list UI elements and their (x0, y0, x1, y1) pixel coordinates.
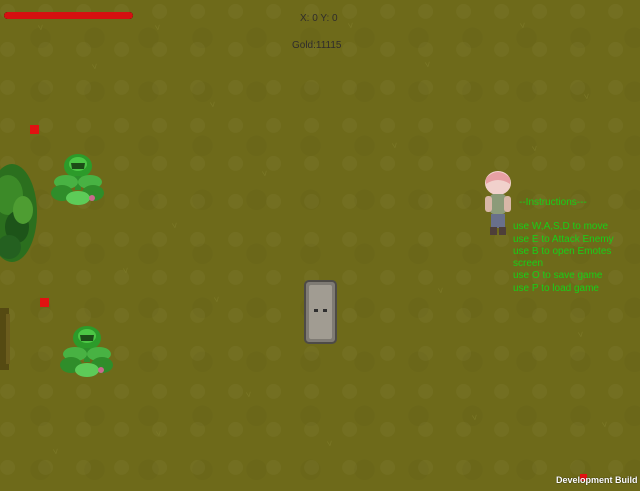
coordinates-readout: X: 0 Y: 0 (300, 13, 338, 24)
tree-trunk-icon (0, 308, 12, 370)
grass-tuft: ˅ (213, 294, 221, 307)
instructions-panel: --Instructions--- use W,A,S,D to move us… (513, 197, 637, 295)
grass-tuft: ˅ (577, 329, 585, 342)
development-build-label: Development Build (556, 475, 638, 485)
instruction-line-save: use O to save game (513, 270, 603, 282)
grass-tuft: ˅ (122, 265, 130, 278)
grass-tuft: ˅ (37, 22, 45, 35)
red-square-marker (40, 298, 49, 307)
grass-tuft: ˅ (209, 99, 217, 112)
instruction-line-emotes: use B to open Emotes screen (513, 245, 612, 270)
game-scene[interactable]: ˅ ˅ ˅ ˅ ˅ ˅ ˅ ˅ ˅ ˅ ˅ ˅ ˅ ˅ ˅ ˅ ˅ ˅ ˅ ˅ … (0, 0, 640, 491)
grass-tuft: ˅ (519, 20, 527, 33)
grass-tuft: ˅ (424, 59, 432, 72)
red-square-marker (30, 125, 39, 134)
grass-tuft: ˅ (154, 22, 162, 35)
health-bar (4, 12, 133, 19)
instruction-line-attack: use E to Attack Enemy (513, 233, 614, 245)
grass-tuft: ˅ (261, 168, 269, 181)
instructions-title: --Instructions--- (519, 197, 587, 208)
grass-tuft: ˅ (391, 140, 399, 153)
grass-tuft: ˅ (326, 438, 334, 451)
stone-pillar-icon (304, 280, 337, 344)
gold-counter: Gold:11115 (292, 40, 342, 51)
instruction-line-load: use P to load game (513, 282, 599, 294)
grass-tuft: ˅ (91, 61, 99, 74)
grass-tuft: ˅ (347, 20, 355, 33)
instruction-line-move: use W,A,S,D to move (513, 221, 609, 233)
plant-enemy-icon[interactable] (48, 148, 110, 210)
grass-tuft: ˅ (471, 412, 479, 425)
grass-tuft: ˅ (155, 428, 163, 441)
grass-tuft: ˅ (245, 389, 253, 402)
grass-tuft: ˅ (52, 446, 60, 459)
grass-tuft: ˅ (171, 220, 179, 233)
grass-tuft: ˅ (437, 285, 445, 298)
health-bar-fill (4, 12, 133, 19)
grass-tuft: ˅ (531, 143, 539, 156)
plant-enemy-icon[interactable] (57, 320, 119, 382)
bush-icon (0, 155, 40, 280)
grass-tuft: ˅ (583, 91, 591, 104)
grass-tuft: ˅ (601, 419, 609, 432)
